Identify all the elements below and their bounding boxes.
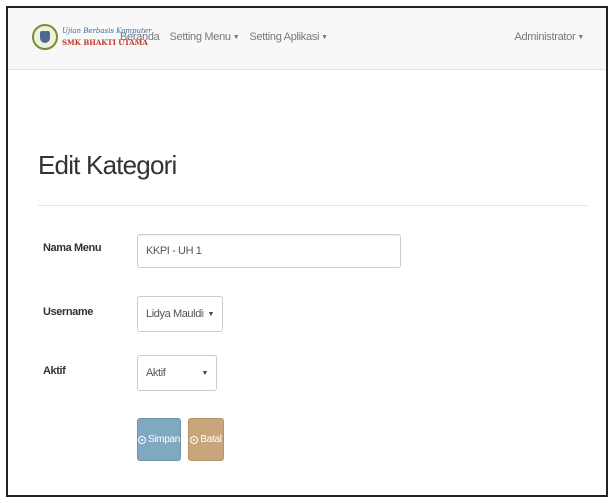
save-button[interactable]: Simpan: [137, 418, 181, 461]
caret-down-icon: ▼: [232, 34, 240, 41]
aktif-label: Aktif: [43, 365, 66, 377]
user-menu[interactable]: Administrator ▼: [514, 31, 584, 43]
top-navbar: Ujian Berbasis Komputer SMK BHAKTI UTAMA…: [8, 8, 606, 70]
nama-menu-label: Nama Menu: [43, 242, 102, 254]
caret-down-icon: ▼: [201, 369, 208, 377]
divider: [38, 205, 588, 206]
app-window: Ujian Berbasis Komputer SMK BHAKTI UTAMA…: [6, 6, 608, 497]
nav-item-label: Setting Menu: [169, 31, 232, 43]
username-select[interactable]: Lidya Mauldiny, S.I ▼: [137, 296, 223, 332]
caret-down-icon: ▼: [577, 34, 584, 41]
aktif-select[interactable]: Aktif ▼: [137, 355, 217, 391]
nav-item-label: Setting Aplikasi: [249, 31, 320, 43]
caret-down-icon: ▼: [321, 34, 328, 41]
page-title: Edit Kategori: [38, 150, 177, 180]
nav-item-beranda[interactable]: Beranda: [120, 31, 160, 43]
user-menu-label: Administrator: [514, 31, 576, 43]
nama-menu-input[interactable]: KKPI - UH 1: [137, 234, 401, 268]
cancel-button[interactable]: Batal: [188, 418, 224, 461]
check-circle-icon: [138, 435, 146, 444]
nama-menu-value: KKPI - UH 1: [146, 245, 202, 257]
school-emblem-icon: [32, 24, 58, 50]
close-circle-icon: [190, 435, 199, 444]
nav-item-setting-aplikasi[interactable]: Setting Aplikasi ▼: [249, 31, 328, 43]
aktif-selected: Aktif: [146, 367, 166, 379]
save-button-label: Simpan: [147, 434, 180, 445]
caret-down-icon: ▼: [207, 310, 214, 318]
username-selected: Lidya Mauldiny, S.I: [146, 308, 204, 320]
nav-links: Beranda Setting Menu ▼ Setting Aplikasi ▼: [120, 31, 338, 43]
nav-item-setting-menu[interactable]: Setting Menu ▼: [170, 31, 240, 43]
username-label: Username: [43, 306, 93, 318]
cancel-button-label: Batal: [200, 434, 222, 445]
nav-item-label: Beranda: [120, 31, 160, 43]
